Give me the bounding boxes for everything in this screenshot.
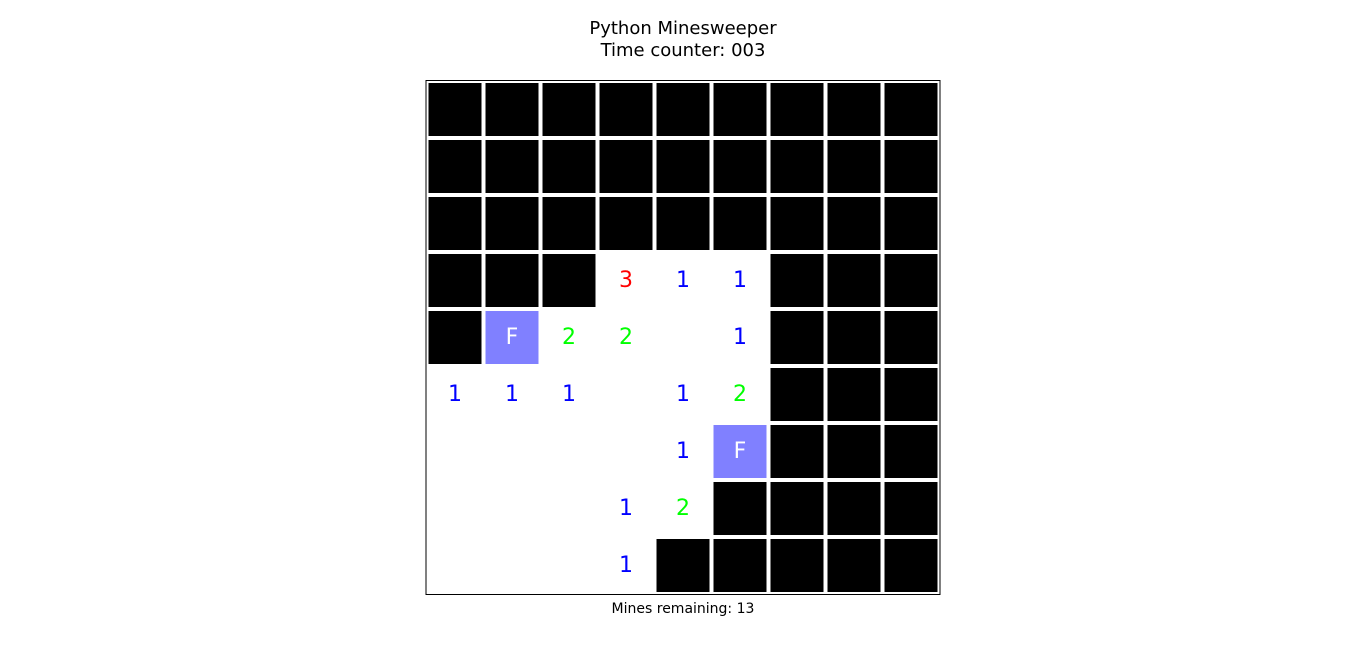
cell-unrevealed[interactable]: [484, 138, 541, 195]
cell-unrevealed[interactable]: [769, 252, 826, 309]
cell-number-1[interactable]: 1: [712, 252, 769, 309]
cell-unrevealed[interactable]: [598, 195, 655, 252]
cell-number-1[interactable]: 1: [655, 423, 712, 480]
cell-unrevealed[interactable]: [484, 81, 541, 138]
minesweeper-stage: Python Minesweeper Time counter: 003 311…: [0, 0, 1366, 670]
cell-empty[interactable]: [427, 537, 484, 594]
cell-number-1[interactable]: 1: [712, 309, 769, 366]
time-counter-value: 003: [731, 40, 765, 61]
cell-unrevealed[interactable]: [883, 138, 940, 195]
cell-unrevealed[interactable]: [427, 81, 484, 138]
cell-unrevealed[interactable]: [484, 195, 541, 252]
cell-unrevealed[interactable]: [541, 81, 598, 138]
cell-unrevealed[interactable]: [769, 195, 826, 252]
cell-empty[interactable]: [427, 480, 484, 537]
cell-unrevealed[interactable]: [883, 423, 940, 480]
cell-unrevealed[interactable]: [826, 423, 883, 480]
cell-unrevealed[interactable]: [769, 366, 826, 423]
cell-unrevealed[interactable]: [655, 195, 712, 252]
cell-unrevealed[interactable]: [598, 81, 655, 138]
cell-unrevealed[interactable]: [541, 138, 598, 195]
cell-number-3[interactable]: 3: [598, 252, 655, 309]
cell-empty[interactable]: [598, 366, 655, 423]
cell-unrevealed[interactable]: [541, 252, 598, 309]
cell-empty[interactable]: [484, 537, 541, 594]
cell-unrevealed[interactable]: [769, 423, 826, 480]
cell-unrevealed[interactable]: [883, 366, 940, 423]
cell-unrevealed[interactable]: [769, 309, 826, 366]
cell-unrevealed[interactable]: [712, 81, 769, 138]
cell-unrevealed[interactable]: [712, 480, 769, 537]
cell-number-1[interactable]: 1: [655, 366, 712, 423]
cell-unrevealed[interactable]: [883, 309, 940, 366]
cell-flag[interactable]: F: [712, 423, 769, 480]
cell-unrevealed[interactable]: [769, 480, 826, 537]
cell-flag[interactable]: F: [484, 309, 541, 366]
cell-number-2[interactable]: 2: [541, 309, 598, 366]
minesweeper-board[interactable]: 311F221111121F121: [427, 81, 940, 594]
cell-empty[interactable]: [541, 537, 598, 594]
cell-unrevealed[interactable]: [484, 252, 541, 309]
cell-unrevealed[interactable]: [883, 252, 940, 309]
cell-unrevealed[interactable]: [883, 195, 940, 252]
cell-unrevealed[interactable]: [712, 537, 769, 594]
cell-unrevealed[interactable]: [427, 252, 484, 309]
cell-unrevealed[interactable]: [826, 537, 883, 594]
cell-number-1[interactable]: 1: [484, 366, 541, 423]
cell-unrevealed[interactable]: [427, 195, 484, 252]
cell-empty[interactable]: [598, 423, 655, 480]
cell-unrevealed[interactable]: [655, 537, 712, 594]
cell-empty[interactable]: [427, 423, 484, 480]
title-block: Python Minesweeper Time counter: 003: [0, 18, 1366, 61]
cell-empty[interactable]: [541, 423, 598, 480]
cell-unrevealed[interactable]: [826, 366, 883, 423]
cell-unrevealed[interactable]: [826, 252, 883, 309]
cell-unrevealed[interactable]: [655, 138, 712, 195]
cell-unrevealed[interactable]: [655, 81, 712, 138]
cell-unrevealed[interactable]: [769, 81, 826, 138]
cell-unrevealed[interactable]: [427, 309, 484, 366]
time-counter-label: Time counter:: [601, 40, 732, 61]
cell-unrevealed[interactable]: [883, 537, 940, 594]
cell-number-1[interactable]: 1: [541, 366, 598, 423]
board-frame: 311F221111121F121: [426, 80, 941, 595]
cell-unrevealed[interactable]: [883, 480, 940, 537]
cell-empty[interactable]: [655, 309, 712, 366]
mines-remaining: Mines remaining: 13: [0, 601, 1366, 617]
cell-number-1[interactable]: 1: [655, 252, 712, 309]
cell-unrevealed[interactable]: [883, 81, 940, 138]
cell-empty[interactable]: [484, 423, 541, 480]
cell-number-1[interactable]: 1: [427, 366, 484, 423]
mines-remaining-value: 13: [737, 601, 755, 617]
cell-unrevealed[interactable]: [541, 195, 598, 252]
cell-empty[interactable]: [541, 480, 598, 537]
cell-unrevealed[interactable]: [826, 81, 883, 138]
cell-unrevealed[interactable]: [712, 138, 769, 195]
cell-unrevealed[interactable]: [826, 480, 883, 537]
mines-remaining-label: Mines remaining:: [612, 601, 737, 617]
cell-unrevealed[interactable]: [712, 195, 769, 252]
cell-number-2[interactable]: 2: [655, 480, 712, 537]
cell-number-2[interactable]: 2: [598, 309, 655, 366]
cell-number-2[interactable]: 2: [712, 366, 769, 423]
game-title: Python Minesweeper: [0, 18, 1366, 40]
cell-empty[interactable]: [484, 480, 541, 537]
cell-unrevealed[interactable]: [427, 138, 484, 195]
cell-unrevealed[interactable]: [826, 195, 883, 252]
cell-unrevealed[interactable]: [598, 138, 655, 195]
cell-unrevealed[interactable]: [769, 138, 826, 195]
cell-unrevealed[interactable]: [826, 309, 883, 366]
cell-number-1[interactable]: 1: [598, 537, 655, 594]
time-counter: Time counter: 003: [0, 40, 1366, 62]
cell-unrevealed[interactable]: [769, 537, 826, 594]
cell-number-1[interactable]: 1: [598, 480, 655, 537]
cell-unrevealed[interactable]: [826, 138, 883, 195]
